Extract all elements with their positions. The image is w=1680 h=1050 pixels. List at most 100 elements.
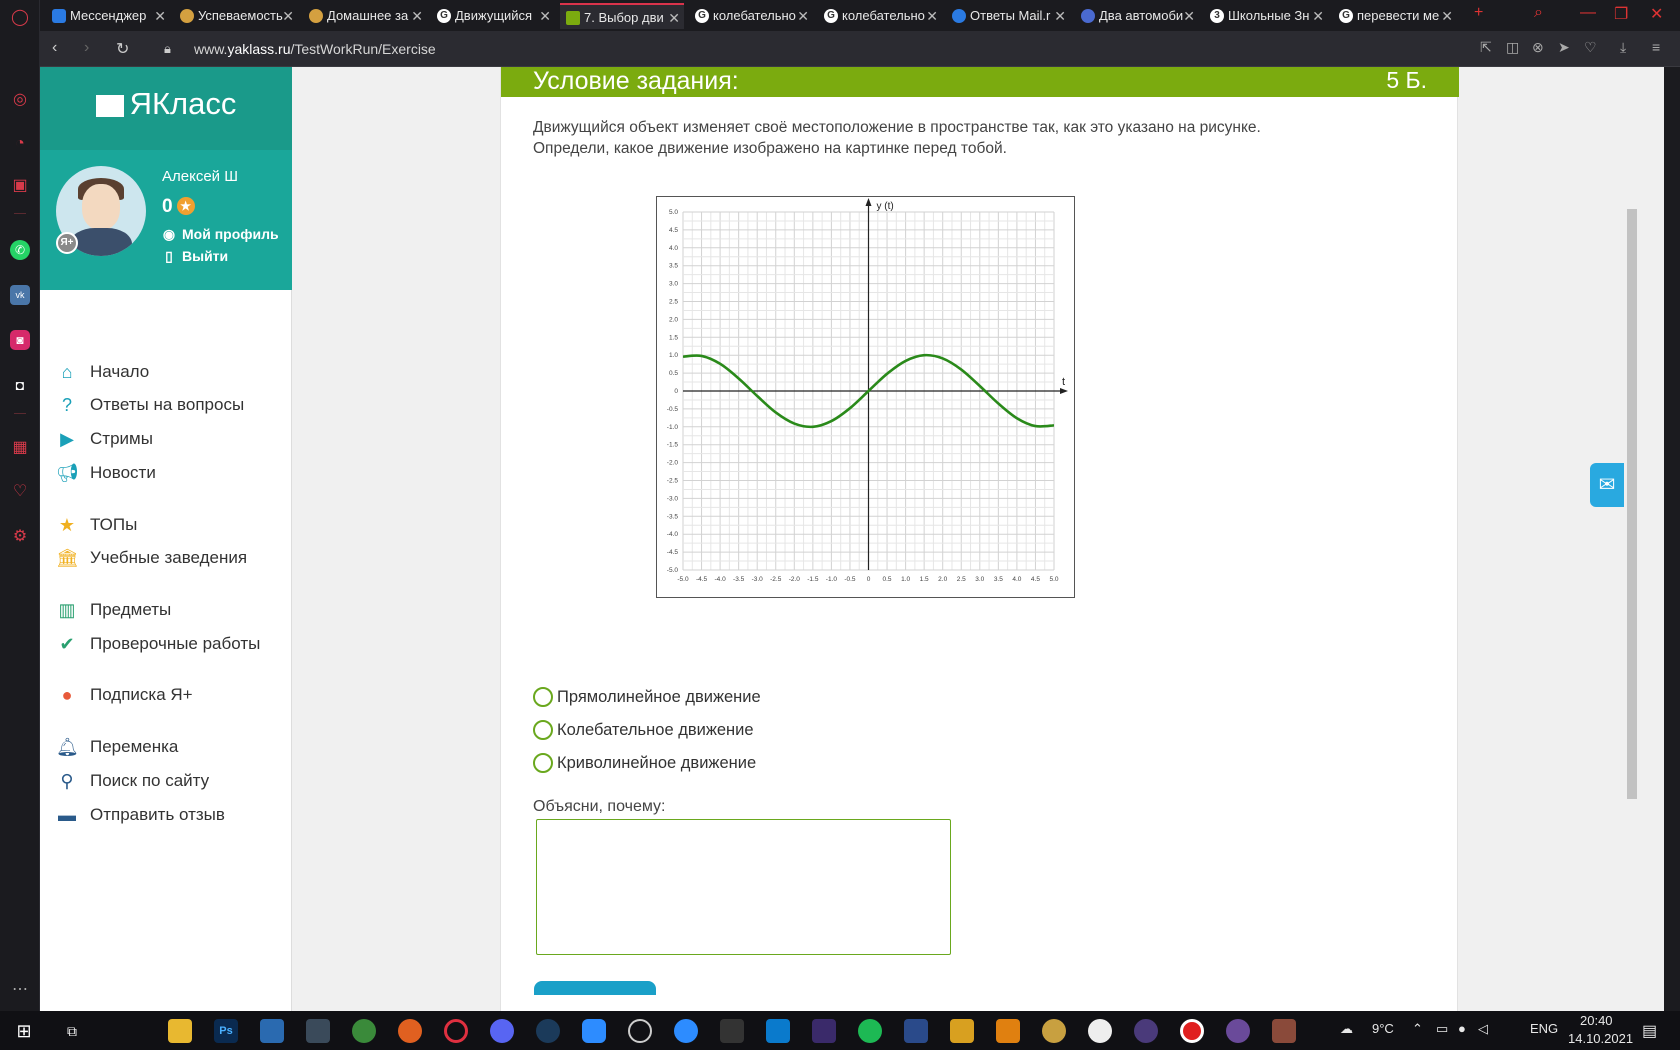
submit-button[interactable] xyxy=(534,981,656,995)
heart-icon[interactable]: ♡ xyxy=(10,482,30,502)
vk-icon[interactable]: vk xyxy=(10,285,30,305)
app-icon-14[interactable] xyxy=(950,1019,974,1043)
app-icon-6[interactable] xyxy=(398,1019,422,1043)
tab-close-icon[interactable]: ✕ xyxy=(1183,3,1195,29)
reload-icon[interactable]: ↻ xyxy=(116,39,129,59)
menu-item[interactable]: 📢︎ Новости xyxy=(56,461,156,485)
menu-item[interactable]: ▥ Предметы xyxy=(56,598,171,622)
photoshop-icon[interactable]: Ps xyxy=(214,1019,238,1043)
menu-icon[interactable]: ≡ xyxy=(1652,39,1660,55)
option-curvilinear[interactable]: Криволинейное движение xyxy=(533,752,756,774)
notifications-icon[interactable]: ▤ xyxy=(1642,1021,1657,1041)
tab-close-icon[interactable]: ✕ xyxy=(926,3,938,29)
my-profile-link[interactable]: ◉ Мой профиль xyxy=(162,226,279,243)
browser-tab[interactable]: Ответы Mail.r ✕ xyxy=(946,3,1070,29)
clock-date[interactable]: 14.10.2021 xyxy=(1568,1031,1633,1046)
app-icon-17[interactable] xyxy=(1088,1019,1112,1043)
speed-dial-icon[interactable]: ◔ xyxy=(10,134,30,154)
scrollbar-thumb[interactable] xyxy=(1627,209,1637,799)
opera-logo-icon[interactable]: ◯ xyxy=(10,8,30,28)
mic-icon[interactable]: ● xyxy=(1458,1021,1466,1036)
extensions-icon[interactable]: ▦ xyxy=(10,438,30,458)
menu-item[interactable]: ⌂ Начало xyxy=(56,360,150,384)
restore-icon[interactable]: ❐ xyxy=(1614,4,1628,24)
menu-item[interactable]: ⚲ Поиск по сайту xyxy=(56,769,209,793)
menu-item[interactable]: ✔ Проверочные работы xyxy=(56,632,260,656)
settings-gear-icon[interactable]: ⚙ xyxy=(10,527,30,547)
tab-close-icon[interactable]: ✕ xyxy=(668,5,680,29)
menu-item[interactable]: ▬ Отправить отзыв xyxy=(56,803,225,827)
site-logo[interactable]: ЯКласс xyxy=(40,67,292,150)
share-icon[interactable]: ⇱ xyxy=(1480,39,1492,56)
steam-icon[interactable] xyxy=(536,1019,560,1043)
app-icon-18[interactable] xyxy=(1134,1019,1158,1043)
page-scrollbar[interactable] xyxy=(1624,67,1640,1011)
task-view-icon[interactable]: ⧉ xyxy=(60,1019,84,1043)
mail-feedback-button[interactable]: ✉ xyxy=(1590,463,1624,507)
close-window-icon[interactable]: ✕ xyxy=(1650,4,1663,24)
whatsapp-icon[interactable]: ✆ xyxy=(10,240,30,260)
send-icon[interactable]: ➤ xyxy=(1558,39,1570,56)
download-icon[interactable]: ⤓ xyxy=(1620,39,1626,56)
file-explorer-icon[interactable] xyxy=(168,1019,192,1043)
lock-icon[interactable]: 🔒︎ xyxy=(164,41,171,57)
zoom-icon[interactable] xyxy=(582,1019,606,1043)
tab-close-icon[interactable]: ✕ xyxy=(282,3,294,29)
app-icon-20[interactable] xyxy=(1226,1019,1250,1043)
browser-tab[interactable]: Gколебательно ✕ xyxy=(689,3,813,29)
option-rectilinear[interactable]: Прямолинейное движение xyxy=(533,686,761,708)
discord-taskbar-icon[interactable] xyxy=(490,1019,514,1043)
menu-item[interactable]: ★ ТОПы xyxy=(56,513,137,537)
browser-tab[interactable]: G Движущийся ✕ xyxy=(431,3,555,29)
url-field[interactable]: www.yaklass.ru/TestWorkRun/Exercise xyxy=(194,41,436,57)
app-icon-3[interactable] xyxy=(260,1019,284,1043)
instagram-icon[interactable]: ◙ xyxy=(10,330,30,350)
weather-icon[interactable]: ☁ xyxy=(1340,1021,1353,1037)
shop-icon[interactable]: ▣ xyxy=(10,176,30,196)
browser-tab[interactable]: Домашнее за ✕ xyxy=(303,3,427,29)
tab-close-icon[interactable]: ✕ xyxy=(797,3,809,29)
favorite-icon[interactable]: ♡ xyxy=(1584,39,1597,56)
gamepad-icon[interactable]: ◎ xyxy=(10,90,30,110)
discord-icon[interactable]: ◘ xyxy=(10,375,30,395)
app-icon-5[interactable] xyxy=(352,1019,376,1043)
browser-tab[interactable]: Gколебательно ✕ xyxy=(818,3,942,29)
tab-close-icon[interactable]: ✕ xyxy=(154,3,166,29)
browser-tab[interactable]: Мессенджер ✕ xyxy=(46,3,170,29)
option-oscillatory[interactable]: Колебательное движение xyxy=(533,719,754,741)
menu-item[interactable]: ▶ Стримы xyxy=(56,427,153,451)
tab-close-icon[interactable]: ✕ xyxy=(1054,3,1066,29)
tab-close-icon[interactable]: ✕ xyxy=(411,3,423,29)
obs-icon[interactable] xyxy=(628,1019,652,1043)
app-icon-4[interactable] xyxy=(306,1019,330,1043)
app-icon-13[interactable] xyxy=(904,1019,928,1043)
back-icon[interactable]: ‹ xyxy=(52,39,57,57)
record-icon[interactable] xyxy=(1180,1019,1204,1043)
search-tabs-icon[interactable]: ⌕ xyxy=(1534,4,1543,22)
weather-temp[interactable]: 9°C xyxy=(1372,1021,1394,1036)
logout-link[interactable]: ▯ Выйти xyxy=(162,248,228,265)
new-tab-icon[interactable]: + xyxy=(1474,4,1483,22)
volume-icon[interactable]: ◁ xyxy=(1478,1021,1488,1037)
tray-chevron-icon[interactable]: ⌃ xyxy=(1412,1021,1423,1037)
forward-icon[interactable]: › xyxy=(84,39,89,57)
radio-rectilinear[interactable] xyxy=(533,687,553,707)
radio-curvilinear[interactable] xyxy=(533,753,553,773)
app-icon-16[interactable] xyxy=(1042,1019,1066,1043)
browser-tab[interactable]: 7. Выбор дви ✕ xyxy=(560,3,684,29)
opera-taskbar-icon[interactable] xyxy=(444,1019,468,1043)
browser-tab[interactable]: Успеваемость ✕ xyxy=(174,3,298,29)
app-icon-15[interactable] xyxy=(996,1019,1020,1043)
camera-icon[interactable]: ◫ xyxy=(1506,39,1519,56)
radio-oscillatory[interactable] xyxy=(533,720,553,740)
app-icon-21[interactable] xyxy=(1272,1019,1296,1043)
minimize-icon[interactable]: — xyxy=(1580,4,1596,22)
adblock-icon[interactable]: ⊗ xyxy=(1532,39,1544,56)
explain-textarea[interactable] xyxy=(536,819,951,955)
browser-tab[interactable]: Два автомоби ✕ xyxy=(1075,3,1199,29)
app-icon-11[interactable] xyxy=(812,1019,836,1043)
spotify-icon[interactable] xyxy=(858,1019,882,1043)
app-icon-z[interactable] xyxy=(674,1019,698,1043)
pubg-icon[interactable] xyxy=(720,1019,744,1043)
menu-item[interactable]: 🔔︎ Переменка xyxy=(56,735,178,759)
